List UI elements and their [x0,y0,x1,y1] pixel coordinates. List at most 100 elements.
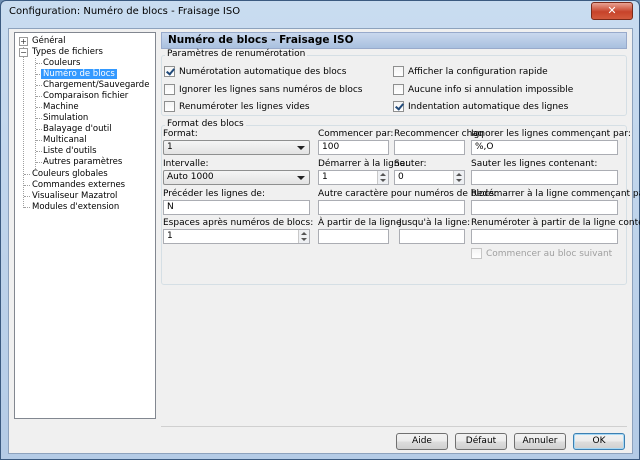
tree-item-label: Modules d'extension [32,202,120,212]
tree-connector [36,85,42,86]
chevron-down-icon [297,146,305,150]
tree-item-load-save[interactable]: Chargement/Sauvegarde [43,80,149,91]
spinner-icon[interactable] [453,171,464,184]
tree-item-tool-sweep[interactable]: Balayage d'outil [43,124,112,135]
tree-item-external-commands[interactable]: Commandes externes [32,180,125,191]
tree-item-colors[interactable]: Couleurs [43,58,80,69]
skip-containing-label: Sauter les lignes contenant: [471,159,598,169]
ok-button[interactable]: OK [573,433,625,450]
checkbox-label: Commencer au bloc suivant [486,249,613,259]
tree-connector [23,41,24,208]
tree-connector [24,207,30,208]
checkbox-checked[interactable] [164,66,175,77]
other-char-input[interactable] [318,200,465,215]
skip-value: 0 [398,172,404,182]
start-label: Commencer par: [318,129,394,139]
tree-item-file-compare[interactable]: Comparaison fichier [43,91,128,102]
tree-item-label: Numéro de blocs [41,69,117,79]
checkbox-label: Numérotation automatique des blocs [179,67,347,77]
renumber-group-label: Paramètres de renumérotation [165,49,308,59]
tree-item-label: Chargement/Sauvegarde [43,80,150,90]
prefix-input[interactable]: N [163,200,310,215]
interval-select[interactable]: Auto 1000 [163,170,310,185]
cancel-button[interactable]: Annuler [514,433,566,450]
tree-item-label: Liste d'outils [43,146,97,156]
tree-item-label: Balayage d'outil [43,124,112,134]
panel-title: Numéro de blocs - Fraisage ISO [161,32,627,49]
default-button[interactable]: Défaut [455,433,507,450]
button-separator [161,426,627,427]
tree-item-tool-list[interactable]: Liste d'outils [43,146,97,157]
skip-stepper[interactable]: 0 [394,170,465,185]
tree-item-global-colors[interactable]: Couleurs globales [32,169,108,180]
checkbox-unchecked[interactable] [471,248,482,259]
tree-connector [36,140,42,141]
prefix-label: Précéder les lignes de: [163,189,265,199]
spaces-stepper[interactable]: 1 [163,229,310,244]
ignore-starting-label: Ignorer les lignes commençant par: [471,129,631,139]
skip-label: Sauter: [394,159,427,169]
collapse-icon[interactable]: − [19,48,28,57]
checkbox-checked[interactable] [393,101,404,112]
checkbox-label: Ignorer les lignes sans numéros de blocs [179,85,363,95]
from-line-label: À partir de la ligne: [318,218,405,228]
checkbox-unchecked[interactable] [164,84,175,95]
tree-item-label: Machine [43,102,79,112]
tree-item-label: Général [32,36,66,46]
ignore-starting-input[interactable]: %,O [471,140,618,155]
interval-value: Auto 1000 [167,172,214,182]
expand-icon[interactable]: + [19,37,28,46]
restart-each-input[interactable] [394,140,465,155]
tree-connector [36,151,42,152]
tree-item-label: Couleurs [43,58,81,68]
checkbox-unchecked[interactable] [393,66,404,77]
restart-starting-label: Redémarrer à la ligne commençant par: [471,189,640,199]
restart-starting-input[interactable] [471,200,618,215]
tree-item-simulation[interactable]: Simulation [43,113,88,124]
tree-connector [36,118,42,119]
to-line-input[interactable] [399,229,465,244]
chevron-down-icon [297,176,305,180]
tree-item-label: Simulation [43,113,89,123]
help-button[interactable]: Aide [396,433,448,450]
settings-tree[interactable]: + Général − Types de fichiers Couleurs N… [14,32,156,419]
tree-item-block-numbers[interactable]: Numéro de blocs [41,69,117,80]
start-input[interactable]: 100 [318,140,389,155]
tree-item-label: Multicanal [43,135,87,145]
skip-containing-input[interactable] [471,170,618,185]
interval-label: Intervalle: [163,159,209,169]
checkbox-label: Indentation automatique des lignes [408,102,569,112]
checkbox-unchecked[interactable] [393,84,404,95]
checkbox-label: Renuméroter les lignes vides [179,102,310,112]
renumber-from-containing-input[interactable] [471,229,618,244]
format-label: Format: [163,129,198,139]
format-group-label: Format des blocs [165,119,246,129]
to-line-label: Jusqu'à la ligne: [399,218,471,228]
config-window: Configuration: Numéro de blocs - Fraisag… [0,0,640,460]
tree-item-label: Autres paramètres [43,157,123,167]
spinner-icon[interactable] [298,230,309,243]
tree-connector [24,185,30,186]
spaces-value: 1 [167,231,173,241]
window-title: Configuration: Numéro de blocs - Fraisag… [9,6,241,17]
tree-item-other-params[interactable]: Autres paramètres [43,157,122,168]
from-line-input[interactable] [318,229,389,244]
close-icon[interactable]: ✕ [591,2,633,20]
checkbox-label: Aucune info si annulation impossible [408,85,574,95]
start-line-stepper[interactable]: 1 [318,170,389,185]
spaces-label: Espaces après numéros de blocs: [163,218,314,228]
tree-item-extension-modules[interactable]: Modules d'extension [32,202,119,213]
tree-item-multichannel[interactable]: Multicanal [43,135,87,146]
tree-connector [36,129,42,130]
dialog-client: + Général − Types de fichiers Couleurs N… [8,28,640,454]
format-select[interactable]: 1 [163,140,310,155]
tree-connector [36,107,42,108]
tree-connector [24,174,30,175]
tree-item-label: Types de fichiers [32,47,103,57]
tree-item-machine[interactable]: Machine [43,102,79,113]
tree-connector [36,162,42,163]
spinner-icon[interactable] [377,171,388,184]
checkbox-unchecked[interactable] [164,101,175,112]
tree-item-label: Couleurs globales [32,169,108,179]
tree-item-mazatrol-viewer[interactable]: Visualiseur Mazatrol [32,191,117,202]
